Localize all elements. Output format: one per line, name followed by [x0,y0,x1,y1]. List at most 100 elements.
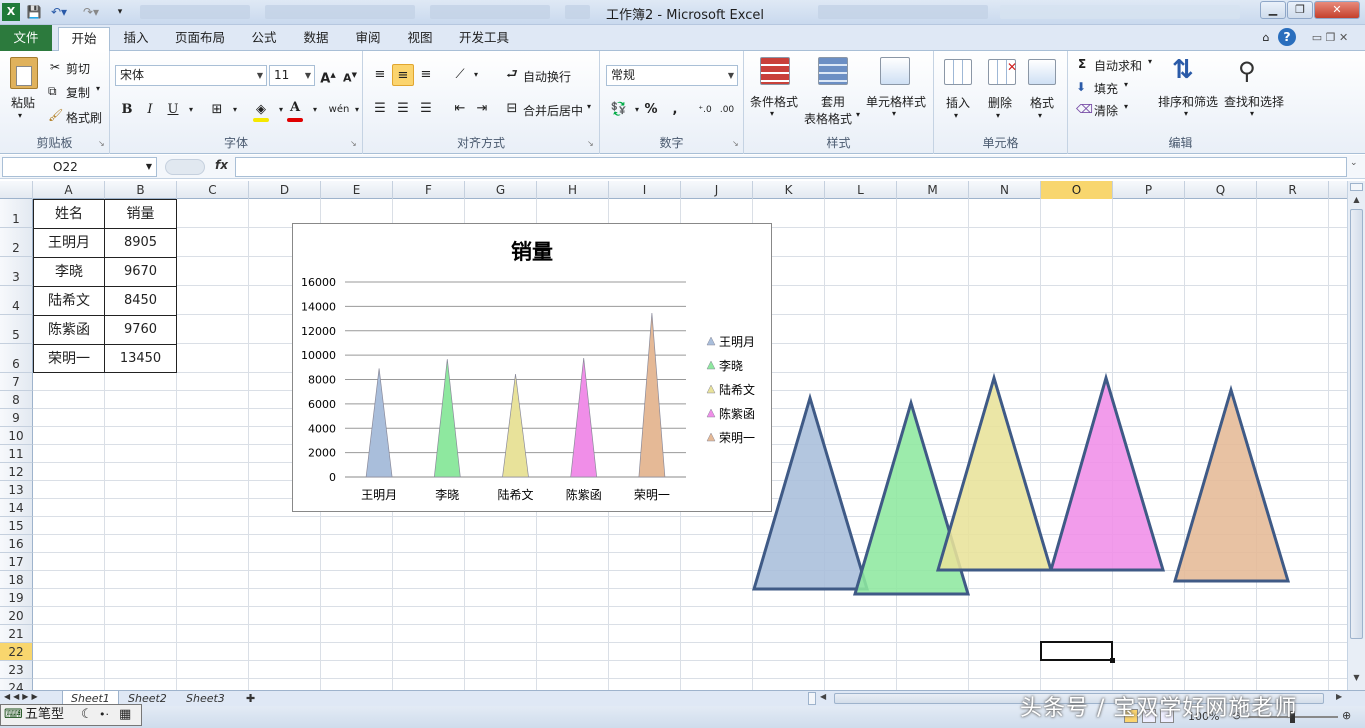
format-as-table-icon[interactable] [818,57,848,85]
row-header[interactable]: 8 [0,391,33,409]
tab-formulas[interactable]: 公式 [244,27,284,51]
tab-split-handle[interactable] [808,692,816,705]
bold-icon[interactable]: B [116,99,138,121]
fill-down-icon[interactable]: ⬇ [1076,80,1086,94]
column-header[interactable]: O [1041,181,1113,199]
workbook-window-controls[interactable]: ▭ ❐ ✕ [1300,27,1360,51]
tab-review[interactable]: 审阅 [348,27,388,51]
increase-decimal-icon[interactable]: ⁺.0 [694,99,716,121]
clear-dropdown-icon[interactable]: ▾ [1124,102,1128,111]
row-header[interactable]: 15 [0,517,33,535]
delete-cells-icon[interactable]: ✕ [988,59,1017,85]
table-cell[interactable]: 陈紫函 [34,316,105,344]
conditional-formatting-icon[interactable] [760,57,790,85]
column-header[interactable]: M [897,181,969,199]
row-header[interactable]: 23 [0,661,33,679]
table-cell[interactable]: 荣明一 [34,345,105,373]
conditional-dropdown-icon[interactable]: ▾ [770,109,774,118]
row-header[interactable]: 17 [0,553,33,571]
decrease-indent-icon[interactable]: ⇤ [449,98,471,120]
autosum-dropdown-icon[interactable]: ▾ [1148,57,1152,66]
row-header[interactable]: 18 [0,571,33,589]
help-icon[interactable]: ? [1278,28,1296,46]
table-dropdown-icon[interactable]: ▾ [856,110,860,119]
dialog-launcher-icon[interactable]: ↘ [350,139,357,148]
chevron-down-icon[interactable]: ▼ [146,158,152,176]
active-cell-selection[interactable] [1040,641,1115,663]
fill-dropdown-icon[interactable]: ▾ [1124,80,1128,89]
orientation-dropdown-icon[interactable]: ▾ [465,64,487,86]
copy-icon[interactable]: ⧉ [48,84,57,99]
align-middle-icon[interactable]: ≡ [392,64,414,86]
sigma-icon[interactable]: Σ [1078,57,1086,71]
table-cell[interactable]: 8905 [105,229,176,257]
scroll-thumb[interactable] [1350,209,1363,639]
column-header[interactable]: N [969,181,1041,199]
row-header[interactable]: 21 [0,625,33,643]
table-cell[interactable]: 王明月 [34,229,105,257]
column-header[interactable]: Q [1185,181,1257,199]
cell-styles-dropdown-icon[interactable]: ▾ [892,109,896,118]
chart[interactable]: 销量 0 2000 4000 6000 8000 10000 12000 14000 16000… [292,223,772,512]
column-header[interactable]: F [393,181,465,199]
font-name-combo[interactable]: 宋体 ▼ [115,65,267,86]
bar-mark[interactable] [365,368,393,478]
column-header[interactable]: J [681,181,753,199]
fill-button[interactable]: 填充 [1094,80,1118,97]
row-header[interactable]: 6 [0,344,33,373]
column-header[interactable]: E [321,181,393,199]
select-all-corner[interactable] [0,181,33,199]
shrink-font-icon[interactable]: A▼ [339,64,361,86]
align-top-icon[interactable]: ≡ [369,64,391,86]
row-header[interactable]: 14 [0,499,33,517]
row-header[interactable]: 22 [0,643,33,661]
insert-cells-icon[interactable] [944,59,972,85]
ime-moon-icon[interactable]: ☾ [81,705,93,725]
binoculars-icon[interactable]: ⚲ [1238,57,1256,85]
sort-filter-button[interactable]: 排序和筛选 [1158,93,1218,110]
align-bottom-icon[interactable]: ≡ [415,64,437,86]
bar-mark[interactable] [570,358,598,478]
row-header[interactable]: 9 [0,409,33,427]
font-color-icon[interactable]: A [284,97,306,119]
row-header[interactable]: 19 [0,589,33,607]
conditional-formatting-button[interactable]: 条件格式 [750,93,798,110]
triangle-shape[interactable] [936,372,1054,572]
insert-button[interactable]: 插入 [946,94,970,111]
dialog-launcher-icon[interactable]: ↘ [98,139,105,148]
merge-center-icon[interactable]: ⊟ [501,98,523,120]
column-header[interactable]: P [1113,181,1185,199]
format-cells-icon[interactable] [1028,59,1056,85]
minimize-button[interactable]: ▁ [1260,1,1286,19]
column-header[interactable]: L [825,181,897,199]
paste-dropdown-icon[interactable]: ▾ [18,111,22,120]
tab-view[interactable]: 视图 [400,27,440,51]
tab-developer[interactable]: 开发工具 [452,27,516,51]
column-header[interactable]: I [609,181,681,199]
sort-dropdown-icon[interactable]: ▾ [1184,109,1188,118]
scroll-right-icon[interactable]: ▶ [1336,692,1342,701]
sheet-nav-icons[interactable]: ◀◀▶▶ [4,692,41,701]
table-cell[interactable]: 陆希文 [34,287,105,315]
column-header[interactable]: A [33,181,105,199]
format-as-table-line2[interactable]: 表格格式 [804,110,852,127]
row-header[interactable]: 11 [0,445,33,463]
restore-button[interactable]: ❐ [1287,1,1313,19]
find-dropdown-icon[interactable]: ▾ [1250,109,1254,118]
percent-icon[interactable]: % [640,99,662,121]
row-header[interactable]: 24 [0,679,33,690]
row-header[interactable]: 7 [0,373,33,391]
delete-dropdown-icon[interactable]: ▾ [996,111,1000,120]
table-cell[interactable]: 李晓 [34,258,105,286]
scroll-left-icon[interactable]: ◀ [820,692,826,701]
font-size-combo[interactable]: 11 ▼ [269,65,315,86]
tab-data[interactable]: 数据 [296,27,336,51]
column-header[interactable]: R [1257,181,1329,199]
insert-sheet-icon[interactable]: ✚ [238,691,263,706]
triangle-shape[interactable] [751,392,870,591]
tab-home[interactable]: 开始 [58,27,110,52]
table-cell[interactable]: 8450 [105,287,176,315]
vertical-scrollbar[interactable]: ▲ ▼ [1347,181,1365,690]
zoom-in-icon[interactable]: ⊕ [1342,709,1351,722]
merge-dropdown-icon[interactable]: ▾ [587,102,591,111]
